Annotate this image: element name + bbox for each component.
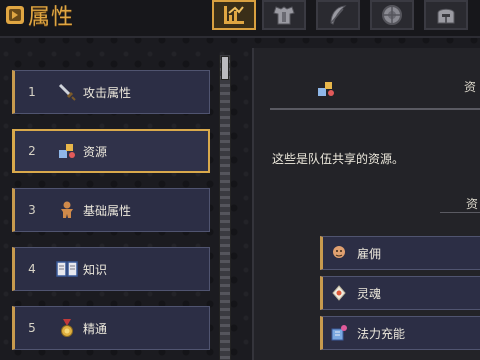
medal-icon [55, 317, 79, 339]
helmet-icon [437, 8, 455, 24]
resources-icon [55, 140, 79, 162]
tab-gear[interactable] [424, 0, 468, 30]
soul-icon [329, 283, 349, 303]
tab-equipment[interactable] [262, 0, 306, 30]
tab-defense[interactable] [370, 0, 414, 30]
detail-description: 这些是队伍共享的资源。 [272, 152, 405, 166]
item-number: 2 [28, 144, 36, 158]
sword-icon [55, 81, 79, 103]
resource-mana-button[interactable]: 法力充能 [320, 316, 480, 350]
book-icon [55, 258, 79, 280]
item-number: 5 [28, 321, 36, 335]
sidebar-item-label: 知识 [83, 262, 108, 277]
detail-subheading: 资 [466, 197, 479, 211]
sidebar-item-knowledge[interactable]: 4 知识 [12, 247, 210, 291]
title-area: 属性 [0, 0, 74, 30]
resources-icon [318, 82, 334, 96]
page-title: 属性 [28, 5, 75, 30]
sidebar-item-attack[interactable]: 1 攻击属性 [12, 70, 210, 114]
face-icon [329, 243, 349, 263]
detail-heading: 资 [464, 80, 477, 94]
feather-icon [330, 5, 347, 25]
sidebar-item-label: 资源 [83, 144, 108, 159]
divider [270, 108, 480, 110]
item-number: 4 [28, 262, 36, 276]
sidebar-item-label: 基础属性 [83, 203, 132, 218]
item-number: 1 [28, 85, 36, 99]
scrollbar-thumb[interactable] [221, 56, 229, 80]
sidebar-item-label: 精通 [83, 321, 108, 336]
sidebar-item-label: 攻击属性 [83, 85, 132, 100]
armor-icon [273, 6, 295, 25]
resource-hire-button[interactable]: 雇佣 [320, 236, 480, 270]
chart-icon [224, 6, 244, 24]
scrollbar-track[interactable] [219, 55, 231, 360]
detail-panel [252, 48, 480, 360]
resource-label: 雇佣 [357, 246, 382, 261]
gingerbread-icon [55, 199, 79, 221]
item-number: 3 [28, 203, 36, 217]
tab-attributes[interactable] [212, 0, 256, 30]
resource-soul-button[interactable]: 灵魂 [320, 276, 480, 310]
sidebar-item-base-attributes[interactable]: 3 基础属性 [12, 188, 210, 232]
sidebar-item-mastery[interactable]: 5 精通 [12, 306, 210, 350]
top-bar: 属性 [0, 0, 480, 38]
resource-label: 法力充能 [357, 326, 406, 341]
sidebar-item-resources[interactable]: 2 资源 [12, 129, 210, 173]
mana-icon [329, 323, 349, 343]
attributes-title-icon [6, 6, 24, 24]
divider [440, 212, 480, 213]
tab-skills[interactable] [316, 0, 360, 30]
shield-icon [382, 5, 402, 25]
resource-label: 灵魂 [357, 286, 382, 301]
